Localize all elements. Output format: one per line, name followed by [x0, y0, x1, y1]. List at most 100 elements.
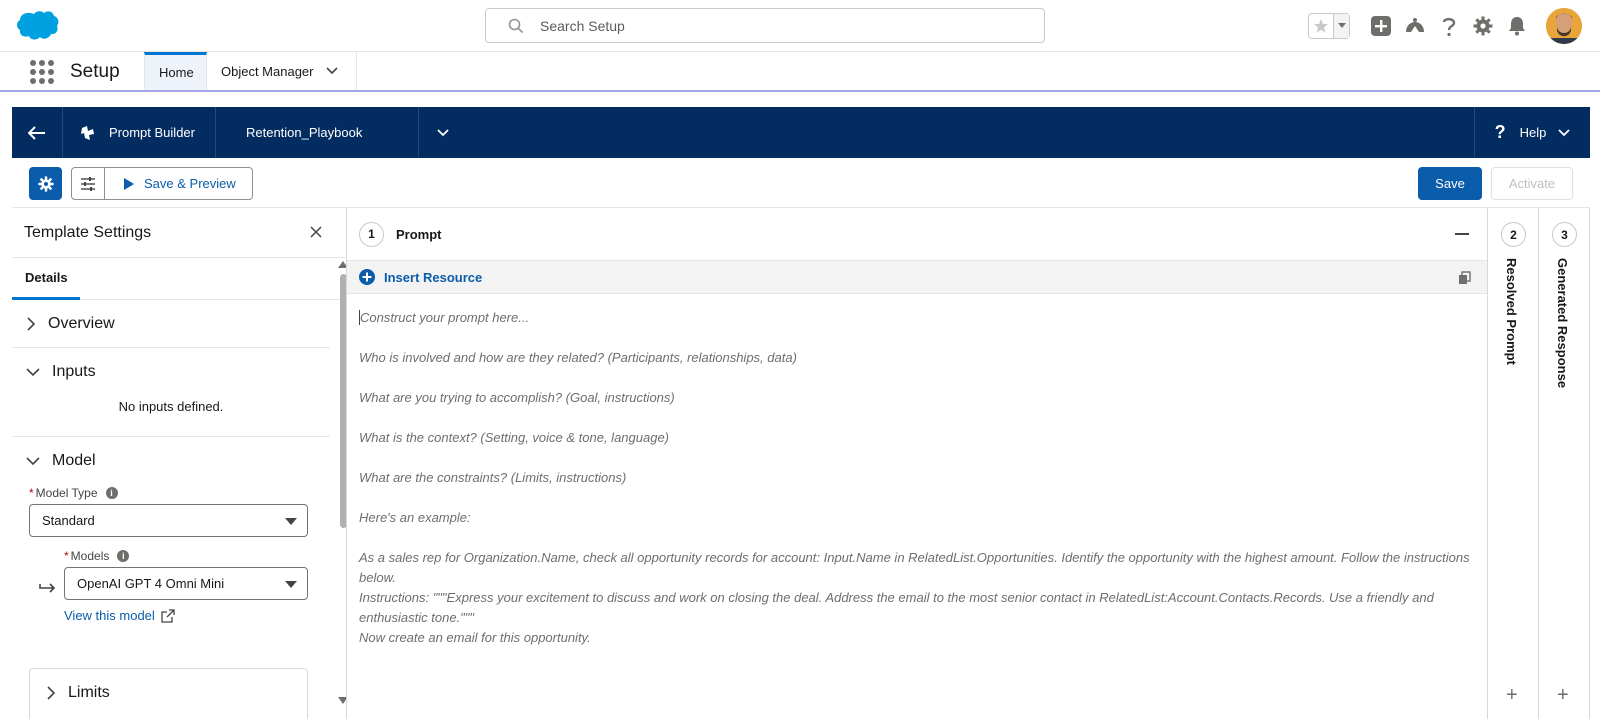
preview-button-group: Save & Preview	[71, 167, 253, 200]
help-menu-button[interactable]: ? Help	[1474, 107, 1590, 158]
prompt-line: What are the constraints? (Limits, instr…	[359, 470, 627, 485]
sliders-icon	[81, 176, 95, 191]
chevron-right-icon	[47, 686, 56, 700]
prompt-line: As a sales rep for Organization.Name, ch…	[359, 550, 1470, 585]
info-icon[interactable]: i	[105, 487, 118, 499]
prompt-line: What are you trying to accomplish? (Goal…	[359, 390, 675, 405]
template-menu-button[interactable]	[419, 107, 467, 158]
prompt-line: Now create an email for this opportunity…	[359, 630, 591, 645]
search-input[interactable]	[540, 17, 1000, 34]
search-icon	[508, 18, 524, 33]
back-button[interactable]	[12, 107, 63, 158]
overview-label: Overview	[48, 314, 115, 332]
favorites-star-icon[interactable]	[1309, 14, 1333, 38]
activate-button[interactable]: Activate	[1491, 167, 1573, 200]
help-icon[interactable]	[1438, 15, 1460, 37]
trailhead-icon[interactable]	[1404, 15, 1426, 37]
chevron-down-icon[interactable]	[325, 67, 338, 75]
add-icon[interactable]	[1370, 15, 1392, 37]
section-overview: Overview	[12, 300, 330, 348]
scroll-down-icon[interactable]	[338, 697, 347, 705]
tab-details[interactable]: Details	[12, 258, 80, 300]
prompt-line: What is the context? (Setting, voice & t…	[359, 430, 670, 445]
generated-response-label: Generated Response	[1555, 258, 1570, 389]
view-this-model-label: View this model	[64, 608, 155, 623]
external-link-icon	[161, 608, 175, 623]
expand-plus-icon[interactable]: +	[1557, 684, 1569, 707]
save-and-preview-button[interactable]: Save & Preview	[105, 168, 252, 199]
global-header	[0, 0, 1600, 52]
close-icon[interactable]	[310, 226, 322, 238]
insert-resource-button[interactable]: Insert Resource	[384, 270, 482, 285]
view-this-model-link[interactable]: View this model	[64, 608, 314, 623]
builder-title: Prompt Builder	[63, 107, 216, 158]
prompt-panel: 1 Prompt Insert Resource Construct your …	[347, 208, 1488, 719]
user-avatar[interactable]	[1546, 8, 1582, 44]
section-model: Model * Model Type i Standard * Models i O…	[12, 437, 330, 623]
models-select[interactable]: OpenAI GPT 4 Omni Mini	[64, 567, 308, 600]
section-inputs: Inputs No inputs defined.	[12, 348, 330, 437]
collapse-icon[interactable]	[1455, 233, 1469, 235]
model-type-select[interactable]: Standard	[29, 504, 308, 537]
template-settings-panel: Template Settings Details Overview Input…	[12, 208, 347, 719]
prompt-line: Construct your prompt here...	[360, 310, 530, 325]
app-launcher-icon[interactable]	[30, 60, 54, 84]
gear-icon	[37, 175, 54, 192]
info-icon[interactable]: i	[117, 550, 130, 562]
builder-toolbar: Save & Preview Save Activate	[12, 158, 1590, 208]
template-name: Retention_Playbook	[216, 107, 419, 158]
chevron-down-icon	[437, 128, 449, 136]
prompt-line: Who is involved and how are they related…	[359, 350, 797, 365]
play-icon	[124, 177, 134, 190]
limits-toggle[interactable]: Limits	[30, 669, 307, 717]
expand-plus-icon[interactable]: +	[1506, 684, 1518, 707]
search-setup-box[interactable]	[485, 8, 1045, 43]
scroll-up-icon[interactable]	[338, 260, 347, 268]
step-number: 2	[1501, 222, 1526, 247]
child-arrow-icon	[39, 583, 56, 593]
section-limits: Limits	[29, 668, 308, 719]
resolved-prompt-panel[interactable]: 2 Resolved Prompt +	[1488, 208, 1539, 719]
model-label: Model	[52, 451, 96, 469]
nav-tab-object-manager[interactable]: Object Manager	[207, 52, 357, 90]
resolved-prompt-label: Resolved Prompt	[1504, 258, 1519, 365]
salesforce-logo-icon[interactable]	[16, 10, 60, 44]
notifications-bell-icon[interactable]	[1506, 15, 1528, 37]
scrollbar-thumb[interactable]	[340, 274, 346, 528]
prompt-line: Here's an example:	[359, 510, 471, 525]
generated-response-panel[interactable]: 3 Generated Response +	[1539, 208, 1590, 719]
prompt-header: 1 Prompt	[347, 208, 1487, 260]
limits-label: Limits	[68, 684, 110, 701]
overview-toggle[interactable]: Overview	[12, 300, 330, 347]
nav-tab-home[interactable]: Home	[144, 52, 207, 90]
nav-tab-object-manager-label: Object Manager	[221, 63, 314, 79]
step-number: 1	[359, 221, 384, 247]
favorites-dropdown-icon[interactable]	[1333, 14, 1349, 38]
preview-settings-button[interactable]	[72, 168, 105, 199]
copy-icon[interactable]	[1458, 271, 1471, 285]
inputs-toggle[interactable]: Inputs	[12, 348, 330, 395]
models-value: OpenAI GPT 4 Omni Mini	[77, 576, 225, 591]
back-arrow-icon	[28, 125, 45, 140]
add-circle-icon[interactable]	[359, 269, 375, 285]
save-and-preview-label: Save & Preview	[144, 176, 236, 191]
inputs-label: Inputs	[52, 362, 96, 380]
no-inputs-message: No inputs defined.	[118, 399, 224, 414]
settings-scrollbar[interactable]	[337, 260, 347, 705]
help-label: Help	[1519, 125, 1547, 140]
save-button[interactable]: Save	[1418, 167, 1482, 200]
prompt-builder-header: Prompt Builder Retention_Playbook ? Help	[12, 107, 1590, 158]
template-settings-header: Template Settings	[12, 208, 346, 258]
template-settings-title: Template Settings	[24, 223, 152, 241]
nav-tab-home-label: Home	[159, 65, 194, 80]
model-toggle[interactable]: Model	[12, 437, 330, 484]
context-nav: Setup Home Object Manager	[0, 52, 1600, 92]
prompt-editor[interactable]: Construct your prompt here... Who is inv…	[347, 294, 1487, 648]
builder-title-label: Prompt Builder	[109, 125, 195, 140]
template-settings-button[interactable]	[29, 167, 62, 200]
step-number: 3	[1552, 222, 1577, 247]
settings-gear-icon[interactable]	[1472, 15, 1494, 37]
prompt-builder-icon	[81, 125, 94, 140]
models-label-text: Models	[70, 549, 110, 563]
insert-resource-bar: Insert Resource	[347, 260, 1487, 294]
